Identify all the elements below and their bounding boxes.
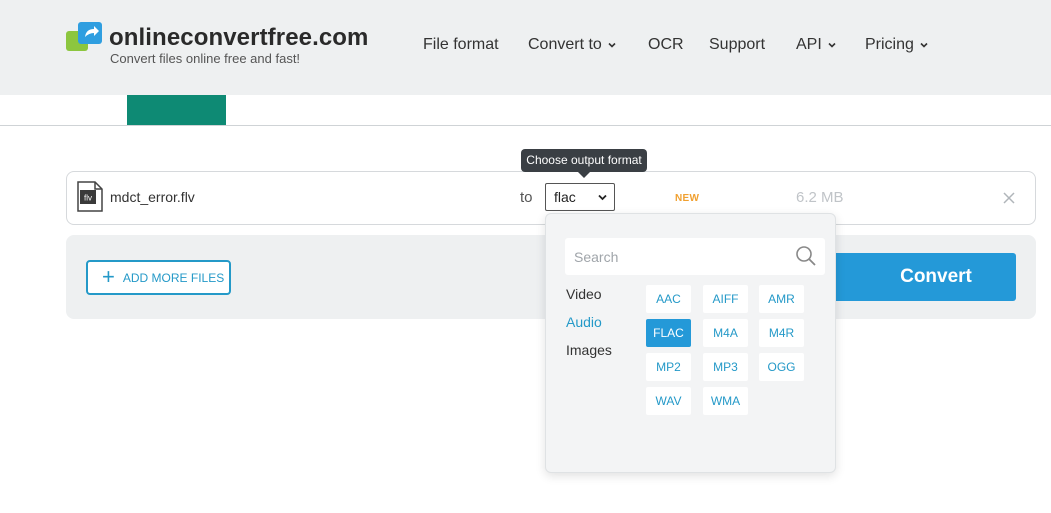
- search-placeholder: Search: [574, 249, 619, 265]
- chevron-down-icon: [608, 42, 616, 48]
- nav-api[interactable]: API: [796, 36, 836, 54]
- nav-file-format[interactable]: File format: [423, 36, 499, 54]
- tab-divider: [0, 125, 1051, 126]
- output-format-value: flac: [554, 189, 576, 205]
- add-more-files-label: ADD MORE FILES: [122, 270, 225, 285]
- format-search-input[interactable]: Search: [565, 238, 825, 275]
- format-tooltip: Choose output format: [521, 149, 647, 172]
- nav-pricing[interactable]: Pricing: [865, 36, 928, 54]
- format-aac[interactable]: AAC: [646, 285, 691, 313]
- file-size: 6.2 MB: [796, 189, 844, 206]
- nav-pricing-label: Pricing: [865, 36, 914, 53]
- nav-convert-to-label: Convert to: [528, 36, 602, 53]
- category-video[interactable]: Video: [566, 286, 602, 302]
- convert-label: Convert: [900, 266, 972, 287]
- close-icon[interactable]: [1000, 189, 1018, 207]
- file-name: mdct_error.flv: [110, 189, 195, 205]
- chevron-down-icon: [920, 42, 928, 48]
- add-more-files-button[interactable]: + ADD MORE FILES: [86, 260, 231, 295]
- search-icon: [796, 246, 816, 266]
- chevron-down-icon: [598, 194, 607, 201]
- nav-support-label: Support: [709, 36, 766, 53]
- format-mp2[interactable]: MP2: [646, 353, 691, 381]
- nav-convert-to[interactable]: Convert to: [528, 36, 616, 54]
- file-icon-label: flv: [84, 194, 92, 203]
- plus-icon: +: [102, 263, 115, 289]
- format-aiff[interactable]: AIFF: [703, 285, 748, 313]
- format-amr[interactable]: AMR: [759, 285, 804, 313]
- convert-button[interactable]: Convert: [826, 253, 1016, 301]
- logo-tagline: Convert files online free and fast!: [110, 51, 301, 66]
- to-label: to: [520, 189, 533, 206]
- nav-support[interactable]: Support: [709, 36, 765, 54]
- tooltip-arrow: [577, 171, 591, 178]
- active-tab-indicator[interactable]: [127, 95, 226, 125]
- format-ogg[interactable]: OGG: [759, 353, 804, 381]
- format-mp3[interactable]: MP3: [703, 353, 748, 381]
- format-m4a[interactable]: M4A: [703, 319, 748, 347]
- category-images[interactable]: Images: [566, 342, 612, 358]
- nav-ocr-label: OCR: [648, 36, 684, 53]
- format-m4r[interactable]: M4R: [759, 319, 804, 347]
- logo-text[interactable]: onlineconvertfree.com: [109, 24, 369, 52]
- nav-ocr[interactable]: OCR: [648, 36, 684, 54]
- nav-file-format-label: File format: [423, 36, 499, 53]
- category-audio[interactable]: Audio: [566, 314, 602, 330]
- format-wav[interactable]: WAV: [646, 387, 691, 415]
- format-flac[interactable]: FLAC: [646, 319, 691, 347]
- chevron-down-icon: [828, 42, 836, 48]
- file-icon: flv: [77, 181, 103, 212]
- output-format-select[interactable]: flac: [545, 183, 615, 211]
- nav-api-label: API: [796, 36, 822, 53]
- new-badge: NEW: [675, 193, 700, 204]
- format-wma[interactable]: WMA: [703, 387, 748, 415]
- logo-icon[interactable]: [66, 22, 102, 52]
